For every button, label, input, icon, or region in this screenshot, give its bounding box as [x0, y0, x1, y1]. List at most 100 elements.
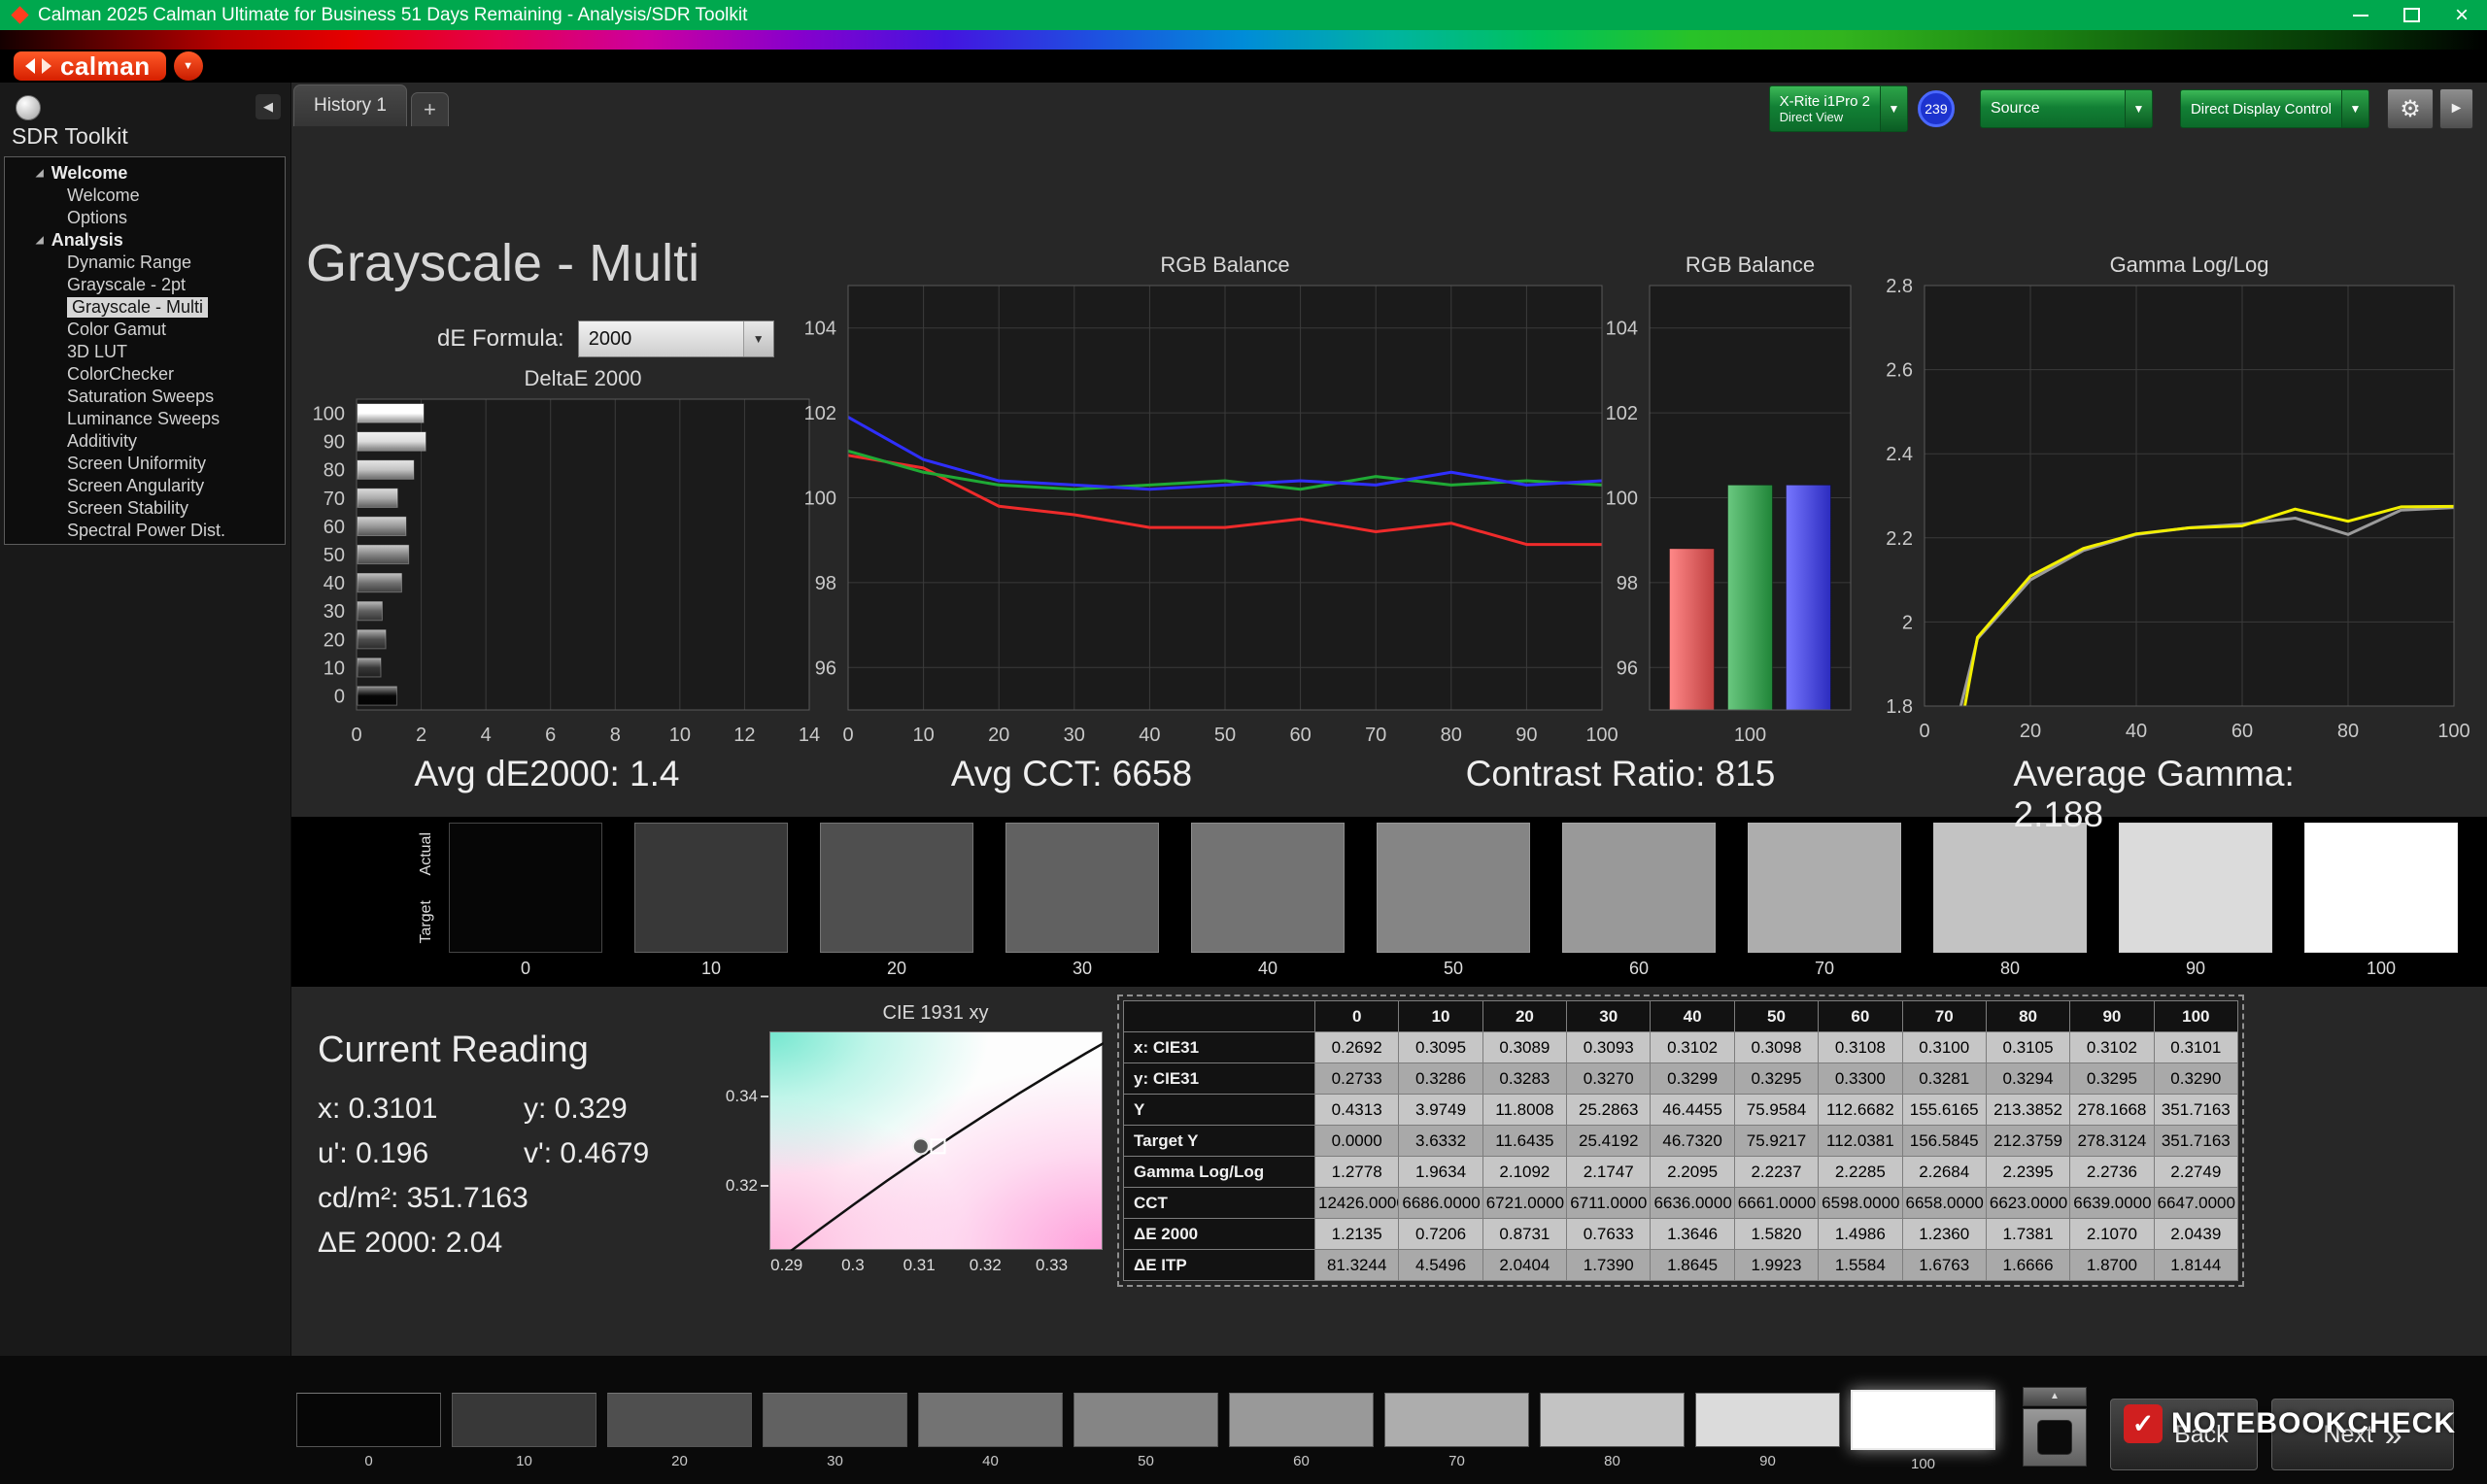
table-row-label: ΔE ITP [1124, 1250, 1315, 1281]
sidebar-item-luminance-sweeps[interactable]: Luminance Sweeps [5, 408, 285, 430]
swatch-level-label: 30 [1005, 959, 1159, 979]
meter-count-badge: 239 [1918, 90, 1955, 127]
level-button-20[interactable]: 20 [607, 1393, 752, 1472]
pattern-window-button[interactable] [2023, 1408, 2087, 1467]
table-cell: 2.2395 [1986, 1157, 2069, 1188]
svg-text:10: 10 [669, 725, 691, 746]
table-row-y-cie31: y: CIE310.27330.32860.32830.32700.32990.… [1124, 1063, 2238, 1095]
chevron-down-icon: ▼ [743, 321, 773, 356]
strip-swatch-70: 70 [1748, 823, 1901, 979]
sidebar-item-screen-uniformity[interactable]: Screen Uniformity [5, 453, 285, 475]
next-button[interactable]: Next » [2271, 1399, 2454, 1470]
svg-text:1.8: 1.8 [1886, 696, 1913, 718]
level-button-80[interactable]: 80 [1540, 1393, 1685, 1472]
display-control-dropdown[interactable]: Direct Display Control ▼ [2180, 89, 2369, 128]
table-cell: 0.0000 [1315, 1126, 1399, 1157]
sidebar-item-screen-stability[interactable]: Screen Stability [5, 497, 285, 520]
table-cell: 2.0404 [1482, 1250, 1566, 1281]
level-swatch [1229, 1393, 1374, 1447]
level-button-10[interactable]: 10 [452, 1393, 596, 1472]
level-label: 100 [1851, 1456, 1995, 1472]
sidebar-item-welcome[interactable]: Welcome [5, 185, 285, 207]
level-button-30[interactable]: 30 [763, 1393, 907, 1472]
cie-y-tick-label: 0.32 [726, 1176, 758, 1196]
table-row-label: x: CIE31 [1124, 1032, 1315, 1063]
sidebar-item-colorchecker[interactable]: ColorChecker [5, 363, 285, 386]
table-cell: 0.3281 [1902, 1063, 1986, 1095]
tree-item-label: Spectral Power Dist. [67, 521, 225, 541]
strip-swatch-60: 60 [1562, 823, 1716, 979]
sidebar-circle-button[interactable] [16, 95, 41, 120]
tree-item-label: Screen Stability [67, 498, 188, 519]
sidebar-collapse-button[interactable]: ◀ [256, 94, 281, 119]
sidebar-item-saturation-sweeps[interactable]: Saturation Sweeps [5, 386, 285, 408]
maximize-button[interactable] [2386, 0, 2436, 30]
strip-swatch-90: 90 [2119, 823, 2272, 979]
sidebar-item-options[interactable]: Options [5, 207, 285, 229]
meter-dropdown[interactable]: X-Rite i1Pro 2 Direct View ▼ [1769, 85, 1908, 132]
tree-item-label: Screen Angularity [67, 476, 204, 496]
table-cell: 155.6165 [1902, 1095, 1986, 1126]
calman-logo[interactable]: calman [14, 51, 166, 81]
de-formula-dropdown[interactable]: 2000 ▼ [578, 320, 774, 357]
gamma-chart: Gamma Log/Log0204060801001.822.22.42.62.… [1874, 243, 2479, 760]
table-cell: 11.8008 [1482, 1095, 1566, 1126]
sidebar-item-grayscale-multi[interactable]: Grayscale - Multi [5, 296, 285, 319]
tree-section-welcome[interactable]: ◢Welcome [5, 162, 285, 185]
pattern-expand-button[interactable]: ▲ [2023, 1387, 2087, 1406]
level-swatch [607, 1393, 752, 1447]
source-dropdown[interactable]: Source ▼ [1980, 89, 2153, 128]
sidebar-item-additivity[interactable]: Additivity [5, 430, 285, 453]
tree-section-analysis[interactable]: ◢Analysis [5, 229, 285, 252]
level-button-90[interactable]: 90 [1695, 1393, 1840, 1472]
svg-text:104: 104 [1606, 319, 1638, 340]
minimize-button[interactable] [2335, 0, 2386, 30]
sidebar-item-screen-angularity[interactable]: Screen Angularity [5, 475, 285, 497]
table-cell: 0.3299 [1651, 1063, 1734, 1095]
history-tab-strip: History 1+ [293, 85, 449, 126]
sidebar-item-3d-lut[interactable]: 3D LUT [5, 341, 285, 363]
table-cell: 6598.0000 [1819, 1188, 1902, 1219]
logo-menu-button[interactable]: ▼ [174, 51, 203, 81]
sidebar-item-grayscale-2pt[interactable]: Grayscale - 2pt [5, 274, 285, 296]
table-cell: 0.3270 [1567, 1063, 1651, 1095]
tab-add[interactable]: + [411, 92, 449, 126]
actual-row-label: Actual [418, 832, 435, 875]
table-cell: 46.7320 [1651, 1126, 1734, 1157]
table-cell: 1.9634 [1399, 1157, 1482, 1188]
table-cell: 1.2778 [1315, 1157, 1399, 1188]
close-button[interactable]: × [2436, 0, 2487, 30]
table-cell: 25.4192 [1567, 1126, 1651, 1157]
level-button-70[interactable]: 70 [1384, 1393, 1529, 1472]
level-button-0[interactable]: 0 [296, 1393, 441, 1472]
butterfly-icon [42, 58, 51, 74]
svg-text:50: 50 [324, 545, 345, 566]
table-cell: 1.3646 [1651, 1219, 1734, 1250]
pattern-control: ▲ [2023, 1387, 2087, 1467]
table-row-target-y: Target Y0.00003.633211.643525.419246.732… [1124, 1126, 2238, 1157]
svg-text:60: 60 [1289, 725, 1311, 746]
tab-history-1[interactable]: History 1 [293, 84, 407, 126]
level-button-60[interactable]: 60 [1229, 1393, 1374, 1472]
table-column-header: 50 [1734, 1001, 1818, 1032]
tree-item-label: 3D LUT [67, 342, 127, 362]
sidebar-item-color-gamut[interactable]: Color Gamut [5, 319, 285, 341]
svg-text:70: 70 [324, 489, 345, 510]
table-cell: 0.3089 [1482, 1032, 1566, 1063]
tree-item-label: ColorChecker [67, 364, 174, 385]
forward-button[interactable]: ► [2439, 88, 2473, 129]
table-cell: 12426.0000 [1315, 1188, 1399, 1219]
back-button[interactable]: ◄ Back [2110, 1399, 2258, 1470]
sidebar-item-spectral-power-dist[interactable]: Spectral Power Dist. [5, 520, 285, 542]
table-cell: 278.1668 [2070, 1095, 2154, 1126]
svg-text:8: 8 [610, 725, 621, 746]
settings-button[interactable]: ⚙ [2387, 88, 2434, 129]
table-cell: 0.3108 [1819, 1032, 1902, 1063]
sidebar-item-dynamic-range[interactable]: Dynamic Range [5, 252, 285, 274]
table-row-e-itp: ΔE ITP81.32444.54962.04041.73901.86451.9… [1124, 1250, 2238, 1281]
level-button-50[interactable]: 50 [1073, 1393, 1218, 1472]
level-button-40[interactable]: 40 [918, 1393, 1063, 1472]
svg-text:0: 0 [842, 725, 853, 746]
level-button-100[interactable]: 100 [1851, 1393, 1995, 1472]
table-cell: 112.6682 [1819, 1095, 1902, 1126]
